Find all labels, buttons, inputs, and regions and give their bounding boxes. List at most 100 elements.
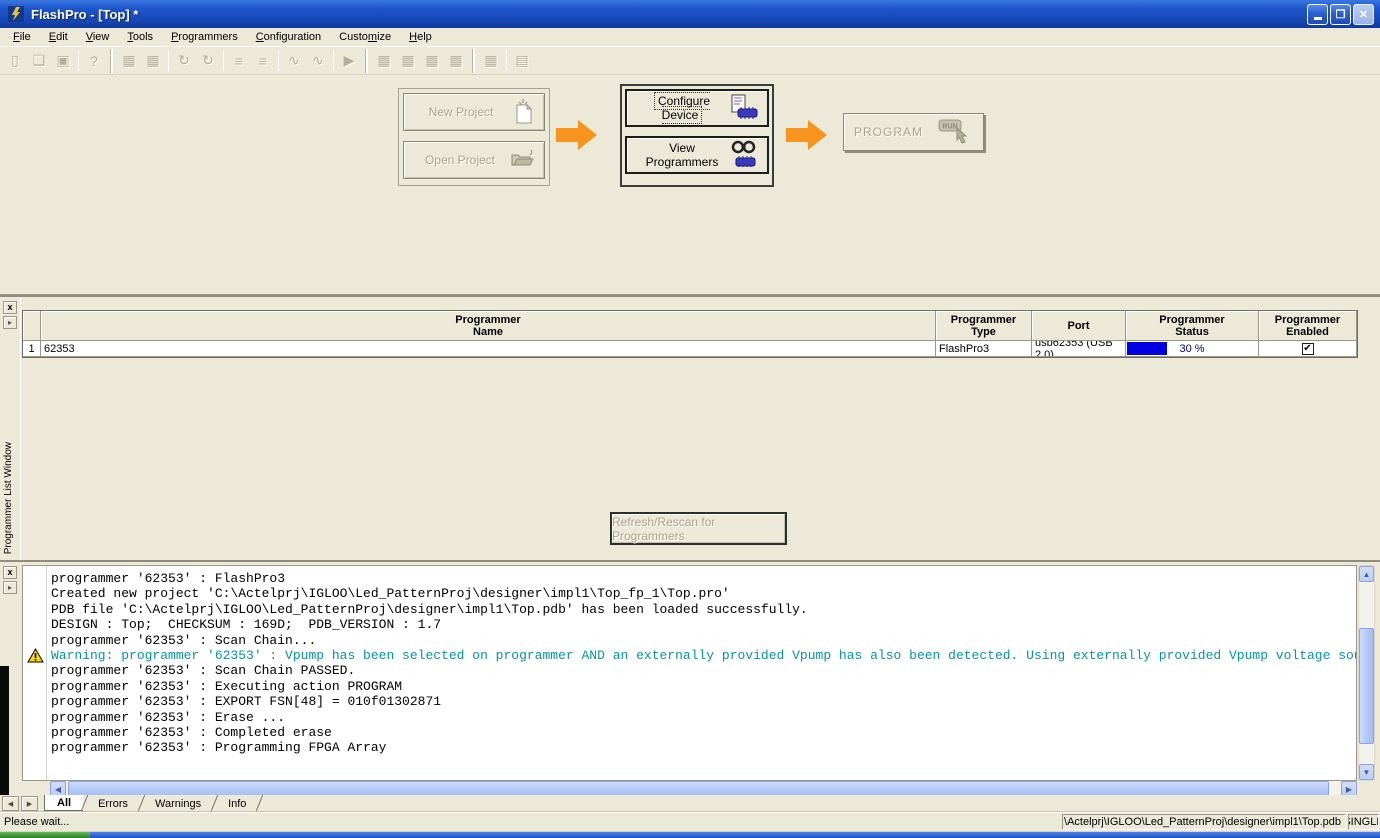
help-icon[interactable]: ? (82, 50, 106, 72)
column-header[interactable]: Programmer Name (41, 311, 936, 341)
program-device-icon[interactable]: ▦ (396, 50, 420, 72)
erase-device-icon[interactable]: ▦ (372, 50, 396, 72)
verify-device-icon[interactable]: ▦ (420, 50, 444, 72)
log-line: programmer '62353' : Scan Chain... (51, 632, 317, 648)
new-page-icon (510, 97, 536, 128)
refresh-rescan-label: Refresh/Rescan for Programmers (612, 514, 716, 543)
flow-arrow-icon (556, 120, 597, 150)
toolbar-separator (278, 50, 279, 71)
start-button-edge[interactable] (0, 832, 90, 838)
close-log-icon[interactable]: x (3, 566, 17, 579)
programmer-list-icon[interactable]: ≡ (227, 50, 251, 72)
column-header[interactable]: Programmer Type (936, 311, 1032, 341)
svg-text:RUN: RUN (942, 123, 957, 130)
log-output: programmer '62353' : FlashPro3 Created ne… (22, 565, 1357, 781)
open-project-button[interactable]: Open Project (403, 141, 545, 179)
enabled-checkbox[interactable]: ✔ (1301, 342, 1314, 355)
scroll-up-icon[interactable]: ▲ (1359, 566, 1374, 582)
tab-warnings[interactable]: Warnings (143, 795, 213, 811)
programmer-table: Programmer Name Programmer Type Port Programm… (22, 310, 1358, 358)
tab-all[interactable]: All (44, 795, 84, 811)
tab-info[interactable]: Info (216, 795, 258, 811)
menu-edit[interactable]: Edit (40, 29, 77, 45)
programmer-details-icon[interactable]: ≡ (251, 50, 275, 72)
new-project-label: New Project (428, 105, 494, 119)
minimize-button[interactable] (1307, 3, 1328, 25)
taskbar-edge (90, 832, 1380, 838)
disconnect-programmer-icon[interactable]: ∿ (306, 50, 330, 72)
program-label: PROGRAM (854, 125, 924, 139)
menu-programmers[interactable]: Programmers (162, 29, 247, 45)
chain-device-icon[interactable]: ▦ (141, 50, 165, 72)
restore-button[interactable]: ❐ (1330, 3, 1351, 25)
status-message: Please wait... (4, 816, 70, 828)
port-cell: usb62353 (USB 2.0) (1032, 341, 1126, 357)
taskbar-sliver (0, 831, 1380, 838)
log-notes-icon[interactable]: ▤ (510, 50, 534, 72)
run-action-icon[interactable]: ▶ (337, 50, 361, 72)
vertical-scroll-thumb[interactable] (1359, 628, 1374, 744)
log-window: x ▸ programmer '62353' : FlashPro3 Create… (0, 560, 1380, 797)
row-number-cell: 1 (23, 341, 41, 357)
close-button[interactable]: ✕ (1353, 3, 1374, 25)
log-line: Warning: programmer '62353' : Vpump has … (51, 648, 1357, 664)
configure-device-button[interactable]: Configure Device (625, 89, 769, 127)
device-info-icon[interactable]: ▦ (444, 50, 468, 72)
programmer-dock-strip: x ▸ Programmer List Window (0, 297, 21, 560)
menu-file[interactable]: File (4, 29, 40, 45)
programmer-list-window: x ▸ Programmer List Window Programmer Nam… (0, 295, 1380, 560)
log-lines: programmer '62353' : FlashPro3 Created ne… (51, 571, 1356, 756)
flashpro-window: FlashPro - [Top] * ❐ ✕ File Edit View Tools… (0, 0, 1380, 838)
connect-programmer-icon[interactable]: ∿ (282, 50, 306, 72)
menu-customize[interactable]: Customize (330, 29, 400, 45)
select-device-icon[interactable]: ▦ (479, 50, 503, 72)
menu-view[interactable]: View (77, 29, 119, 45)
programmer-row[interactable]: 1 62353 FlashPro3 usb62353 (USB 2.0) 30 % ✔ (23, 341, 1357, 357)
single-device-icon[interactable]: ▦ (117, 50, 141, 72)
toolbar-separator (365, 48, 368, 73)
program-button[interactable]: PROGRAM RUN (843, 113, 984, 151)
table-header-row: Programmer Name Programmer Type Port Programm… (23, 311, 1357, 341)
view-programmers-icon (729, 140, 759, 171)
tab-scroll-left-icon[interactable]: ◀ (2, 796, 19, 811)
menu-help[interactable]: Help (400, 29, 441, 45)
open-project-icon[interactable]: ❏ (27, 50, 51, 72)
pin-pane-icon[interactable]: ▸ (3, 316, 17, 329)
window-title: FlashPro - [Top] * (31, 6, 139, 22)
log-line: programmer '62353' : Scan Chain PASSED. (51, 663, 356, 679)
menu-configuration[interactable]: Configuration (247, 29, 330, 45)
log-tab-bar: ◀ ▶ All Errors Warnings Info (0, 795, 1380, 812)
pin-log-icon[interactable]: ▸ (3, 581, 17, 594)
log-tabs: All Errors Warnings Info (44, 795, 264, 811)
configure-device-label: Configure Device (653, 92, 711, 124)
view-programmers-button[interactable]: View Programmers (625, 136, 769, 174)
save-project-icon[interactable]: ▣ (51, 50, 75, 72)
toolbar: ▯ ❏ ▣? ▦ ▦ ↻ ↻ ≡ ≡ ∿ ∿ ▶ ▦ ▦ ▦ ▦ ▦ ▤ (0, 47, 1380, 75)
menu-tools[interactable]: Tools (118, 29, 162, 45)
log-dock-bar (0, 666, 9, 795)
column-header[interactable]: Programmer Enabled (1259, 311, 1357, 341)
refresh-rescan-button[interactable]: Refresh/Rescan for Programmers (610, 512, 787, 545)
refresh-ids-icon[interactable]: ↻ (172, 50, 196, 72)
tab-errors[interactable]: Errors (86, 795, 140, 811)
programmer-type-cell: FlashPro3 (936, 341, 1032, 357)
view-programmers-label: View Programmers (645, 141, 719, 169)
column-header[interactable]: Port (1032, 311, 1126, 341)
scroll-down-icon[interactable]: ▼ (1359, 764, 1374, 780)
status-bar: Please wait... C:\Actelprj\IGLOO\Led_Pat… (0, 812, 1380, 831)
close-pane-icon[interactable]: x (3, 301, 17, 314)
toolbar-separator (110, 48, 113, 73)
new-project-button[interactable]: New Project (403, 93, 545, 131)
tab-scroll-right-icon[interactable]: ▶ (21, 796, 38, 811)
log-line: programmer '62353' : Completed erase (51, 725, 332, 741)
column-header[interactable]: Programmer Status (1126, 311, 1259, 341)
new-project-icon[interactable]: ▯ (3, 50, 27, 72)
scan-chain-icon[interactable]: ↻ (196, 50, 220, 72)
programmer-name-cell: 62353 (41, 341, 936, 357)
log-vertical-scrollbar[interactable]: ▲ ▼ (1358, 565, 1375, 781)
log-line: programmer '62353' : Erase ... (51, 709, 286, 725)
programmer-status-cell: 30 % (1126, 341, 1259, 357)
table-corner-cell (23, 311, 41, 341)
log-line: programmer '62353' : FlashPro3 (51, 571, 286, 586)
toolbar-separator (472, 48, 475, 73)
